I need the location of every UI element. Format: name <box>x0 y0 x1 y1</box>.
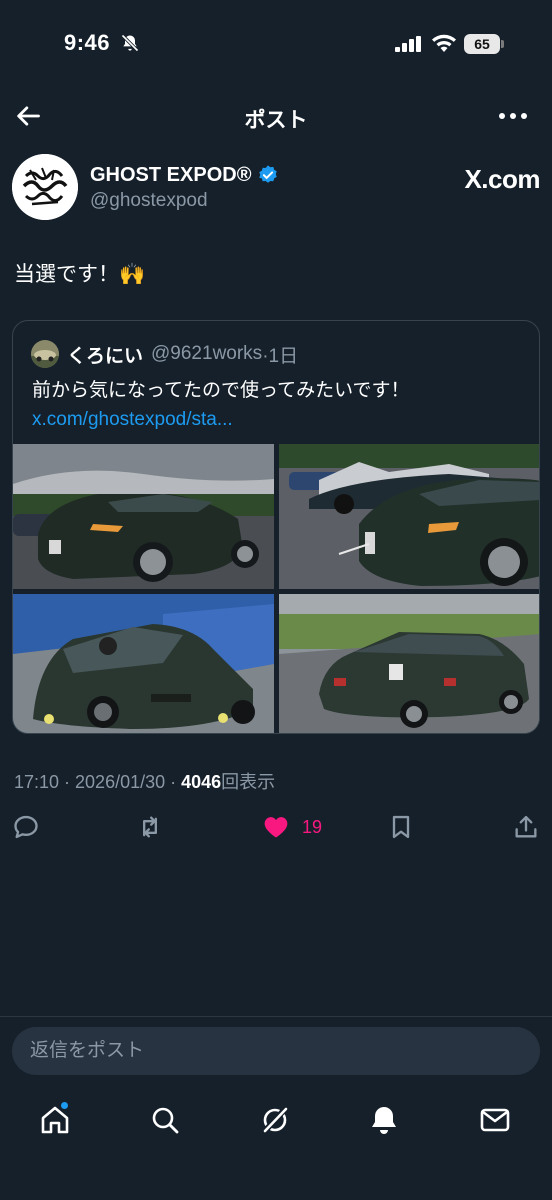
avatar[interactable] <box>12 154 78 220</box>
photo-grid <box>13 444 539 733</box>
share-icon <box>515 815 537 838</box>
like-count: 19 <box>302 816 323 837</box>
quote-author-handle: @9621works <box>151 343 263 364</box>
bookmark-icon <box>392 815 410 839</box>
bottom-area <box>0 1016 552 1200</box>
messages-icon <box>480 1108 510 1132</box>
heart-icon <box>264 817 288 838</box>
author-name[interactable]: GHOST EXPOD® <box>90 164 251 187</box>
post-timestamp: 17:10 · 2026/01/30 · <box>14 772 182 792</box>
view-label: 回表示 <box>221 772 276 792</box>
quote-author-name: くろにい <box>67 345 144 367</box>
status-time: 9:46 <box>64 30 111 55</box>
notifications-icon <box>372 1107 396 1134</box>
tab-notifications[interactable] <box>367 1103 401 1137</box>
page-title: ポスト <box>244 109 308 132</box>
view-count[interactable]: 4046 <box>181 772 221 792</box>
quote-avatar <box>31 340 59 368</box>
tab-search[interactable] <box>148 1103 182 1137</box>
reply-icon <box>14 815 38 839</box>
tab-grok[interactable] <box>258 1103 292 1137</box>
tweet-text: 当選です！🙌 <box>14 263 146 286</box>
search-icon <box>152 1107 179 1134</box>
action-bar: 19 <box>0 810 552 846</box>
more-icon[interactable] <box>498 112 528 120</box>
home-notification-dot <box>60 1101 69 1110</box>
reply-button[interactable] <box>12 810 40 844</box>
nav-header: ポスト <box>0 92 552 140</box>
author-handle[interactable]: @ghostexpod <box>90 190 208 212</box>
photo-3[interactable] <box>13 594 274 733</box>
bookmark-button[interactable] <box>387 810 415 844</box>
status-bar: 9:46 65 <box>0 0 552 90</box>
repost-button[interactable] <box>136 810 164 844</box>
tab-bar <box>0 1101 552 1143</box>
battery-level: 65 <box>464 34 500 54</box>
bell-off-icon <box>121 34 139 52</box>
xcom-logo: X.com <box>464 164 540 194</box>
photo-4[interactable] <box>279 594 539 733</box>
share-button[interactable] <box>512 810 540 844</box>
reply-input[interactable] <box>12 1027 540 1075</box>
quoted-post[interactable]: くろにい @9621works ·1日 前から気になってたので使ってみたいです！… <box>12 320 540 734</box>
retweet-icon <box>143 816 157 838</box>
tab-messages[interactable] <box>478 1103 512 1137</box>
wifi-icon <box>432 34 456 52</box>
photo-2[interactable] <box>279 444 539 589</box>
quote-text: 前から気になってたので使ってみたいです！ x.com/ghostexpod/st… <box>32 380 410 430</box>
tab-home[interactable] <box>38 1101 72 1137</box>
author-row: GHOST EXPOD® @ghostexpod X.com <box>12 154 540 222</box>
quote-link[interactable]: x.com/ghostexpod/sta... <box>32 409 233 430</box>
post-meta: 17:10 · 2026/01/30 · 4046回表示 <box>14 768 275 794</box>
photo-1[interactable] <box>13 444 274 589</box>
signal-icon <box>395 36 421 52</box>
verified-icon <box>259 165 278 183</box>
battery-indicator: 65 <box>464 34 504 54</box>
quote-time: ·1日 <box>262 345 299 367</box>
like-button[interactable]: 19 <box>262 810 322 844</box>
grok-icon <box>261 1105 289 1135</box>
